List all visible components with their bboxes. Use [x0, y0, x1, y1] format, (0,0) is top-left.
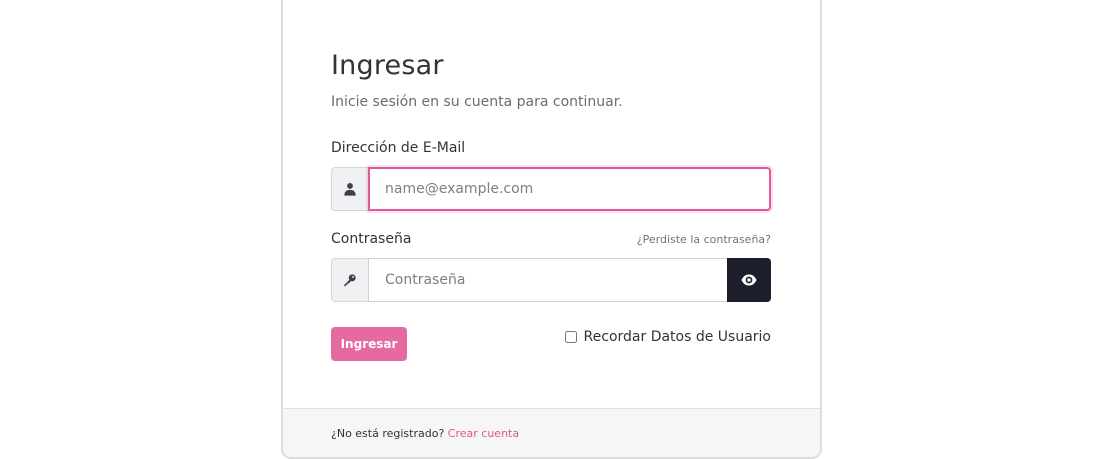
register-prompt: ¿No está registrado? Crear cuenta: [331, 427, 519, 440]
page-title: Ingresar: [331, 50, 444, 81]
register-prompt-text: ¿No está registrado?: [331, 427, 448, 440]
email-addon: [331, 167, 368, 211]
login-submit-button[interactable]: Ingresar: [331, 327, 407, 361]
remember-me-checkbox[interactable]: [564, 331, 577, 343]
toggle-password-visibility-button[interactable]: [727, 258, 771, 302]
email-label: Dirección de E-Mail: [331, 140, 466, 156]
email-input-group: [331, 167, 771, 211]
card-footer: ¿No está registrado? Crear cuenta: [283, 408, 820, 457]
password-input-group: [331, 258, 771, 302]
email-field[interactable]: [368, 167, 771, 211]
eye-icon: [741, 274, 757, 286]
remember-me[interactable]: Recordar Datos de Usuario: [564, 329, 771, 345]
forgot-password-link[interactable]: ¿Perdiste la contraseña?: [637, 233, 771, 246]
create-account-link[interactable]: Crear cuenta: [448, 427, 519, 440]
password-field[interactable]: [368, 258, 727, 302]
remember-me-label: Recordar Datos de Usuario: [583, 329, 771, 345]
password-label: Contraseña: [331, 231, 412, 247]
key-icon: [344, 274, 356, 287]
password-addon: [331, 258, 368, 302]
user-icon: [344, 183, 356, 196]
page-subtitle: Inicie sesión en su cuenta para continua…: [331, 94, 623, 110]
login-card: Ingresar Inicie sesión en su cuenta para…: [281, 0, 822, 459]
